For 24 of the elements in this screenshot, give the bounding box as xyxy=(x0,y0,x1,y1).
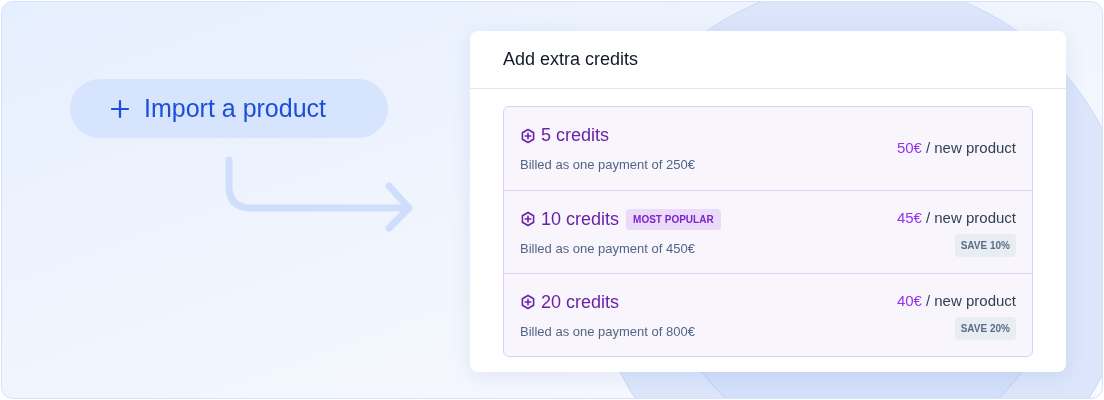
plan-option[interactable]: 5 credits Billed as one payment of 250€ 50€ / new product xyxy=(504,107,1032,190)
plan-name: 10 credits xyxy=(541,207,620,231)
plus-icon xyxy=(110,98,130,119)
popular-badge: MOST POPULAR xyxy=(626,208,721,230)
import-product-button[interactable]: Import a product xyxy=(70,79,388,138)
unit-text: / new product xyxy=(925,290,1016,311)
billing-text: Billed as one payment of 450€ xyxy=(520,239,696,258)
hexagon-plus-icon xyxy=(520,127,536,144)
hexagon-plus-icon xyxy=(520,211,536,228)
hexagon-plus-icon xyxy=(520,294,536,311)
price-text: 50€ xyxy=(896,138,922,159)
plan-option[interactable]: 20 credits Billed as one payment of 800€ 40€ / new product SAVE 20% xyxy=(504,273,1032,356)
card-title: Add extra credits xyxy=(503,48,639,71)
unit-text: / new product xyxy=(925,207,1016,228)
billing-text: Billed as one payment of 800€ xyxy=(520,322,695,341)
price-text: 45€ xyxy=(896,207,922,228)
price-text: 40€ xyxy=(896,290,922,311)
unit-text: / new product xyxy=(925,138,1016,159)
plan-option[interactable]: 10 credits MOST POPULAR Billed as one payment of 450€ 45€ / new product SAVE 10% xyxy=(504,190,1032,273)
save-badge: SAVE 10% xyxy=(954,234,1016,258)
billing-text: Billed as one payment of 250€ xyxy=(520,156,695,175)
save-badge: SAVE 20% xyxy=(954,317,1016,341)
plan-name: 20 credits xyxy=(541,290,620,314)
plan-name: 5 credits xyxy=(541,124,610,148)
